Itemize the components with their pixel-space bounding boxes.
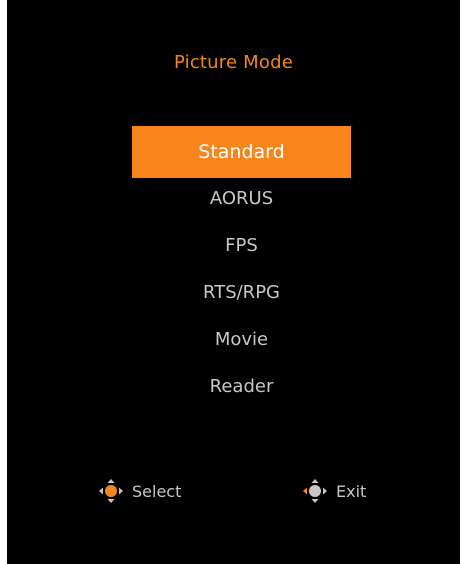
joystick-left-icon — [303, 479, 327, 503]
exit-hint-label: Exit — [336, 481, 367, 501]
menu-title: Picture Mode — [173, 52, 294, 73]
select-hint[interactable]: Select — [97, 477, 181, 505]
menu-item-fps[interactable]: FPS — [132, 220, 351, 272]
select-hint-label: Select — [132, 481, 182, 501]
menu-item-aorus[interactable]: AORUS — [132, 173, 351, 225]
menu-item-movie[interactable]: Movie — [132, 314, 351, 366]
joystick-press-center-icon — [99, 479, 123, 503]
menu-item-reader[interactable]: Reader — [132, 361, 351, 413]
picture-mode-list: Standard AORUS FPS RTS/RPG Movie Reader — [7, 126, 460, 413]
osd-menu-panel: Picture Mode Standard AORUS FPS RTS/RPG … — [7, 0, 460, 564]
menu-item-rts-rpg[interactable]: RTS/RPG — [132, 267, 351, 319]
menu-item-standard[interactable]: Standard — [132, 126, 351, 178]
exit-hint[interactable]: Exit — [301, 477, 366, 505]
